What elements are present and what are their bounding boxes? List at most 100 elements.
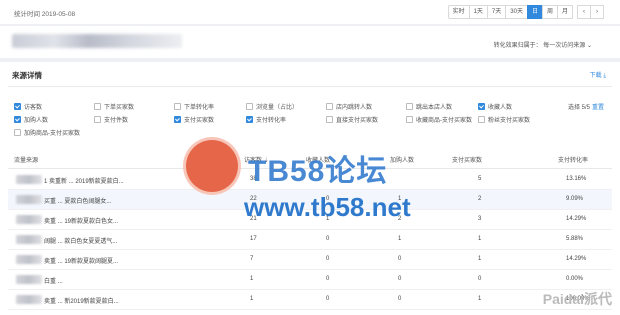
time-btn-5[interactable]: 周 <box>541 5 558 19</box>
cell-visitors: 1 <box>250 296 254 302</box>
source-name[interactable]: 阔腿 ... 款白色女夏夏透气... <box>44 236 117 245</box>
top-bar: 统计时间 2019-05-08 实时 1天 7天 30天日周月 ‹ › <box>0 0 620 24</box>
table-row[interactable]: 1 卖重新 ... 2019新款夏款白... 38 5 13.16% <box>8 170 612 190</box>
table-row[interactable]: 卖重 ... 新2019新款夏款白... 1 0 0 1 100.00% <box>8 290 612 310</box>
selection-count: 选择 5/5 重置 <box>568 102 604 111</box>
metric-label: 跳出本店人数 <box>416 105 453 111</box>
metric-checkbox[interactable]: 浏览量（占比） <box>246 102 298 111</box>
cell-fav: 0 <box>326 196 330 202</box>
cell-buyers: 3 <box>478 216 482 222</box>
metric-checkbox[interactable]: 直接支付买家数 <box>326 115 378 124</box>
metric-label: 加购人数 <box>24 118 49 124</box>
metric-checkbox[interactable]: 粉丝支付买家数 <box>478 115 530 124</box>
metric-checkbox[interactable]: 跳出本店人数 <box>406 102 452 111</box>
unchecked-icon <box>174 103 181 110</box>
cell-fav: 0 <box>326 256 330 262</box>
metric-checkbox[interactable]: 支付转化率 <box>246 115 286 124</box>
column-header: 支付买家数 <box>452 158 483 164</box>
metric-checkbox[interactable]: 支付买家数 <box>174 115 214 124</box>
table-row[interactable]: 卖重 ... 19新款夏款白色女... 21 1 2 3 14.29% <box>8 210 612 230</box>
unchecked-icon <box>478 116 485 123</box>
cell-visitors: 21 <box>250 216 257 222</box>
table-row[interactable]: 卖重 ... 19新款夏款阔腿夏... 7 0 0 1 14.29% <box>8 250 612 270</box>
cell-rate: 13.16% <box>566 176 587 182</box>
time-btn-8[interactable]: › <box>590 5 604 19</box>
source-name[interactable]: 卖重 ... 19新款夏款阔腿夏... <box>44 256 118 265</box>
cell-buyers: 0 <box>478 276 482 282</box>
table-row[interactable]: 白重 ... 1 0 0 0 0.00% <box>8 270 612 290</box>
column-header[interactable]: 访客数 ⇣ <box>244 155 269 164</box>
metric-checkbox[interactable]: 访客数 <box>14 102 42 111</box>
source-name[interactable]: 卖重 ... 新2019新款夏款白... <box>44 296 119 305</box>
cell-fav: 0 <box>326 296 330 302</box>
time-btn-3[interactable]: 30天 <box>505 5 528 19</box>
cell-buyers: 1 <box>478 236 482 242</box>
unchecked-icon <box>326 116 333 123</box>
cell-buyers: 1 <box>478 256 482 262</box>
metric-label: 直接支付买家数 <box>336 118 379 124</box>
table-header: 流量来源 访客数 ⇣ 收藏人数 加购人数 支付买家数 支付转化率 <box>8 150 612 169</box>
download-button[interactable]: 下载 ⤓ <box>590 70 606 80</box>
source-name[interactable]: 1 卖重新 ... 2019新款夏款白... <box>44 176 124 185</box>
metric-label: 加购商品-支付买家数 <box>24 131 80 137</box>
cell-fav: 0 <box>326 276 330 282</box>
cell-buyers: 2 <box>478 196 482 202</box>
cell-buyers: 1 <box>478 296 482 302</box>
cell-cart: 2 <box>398 216 402 222</box>
table-row[interactable]: 买重 ... 夏款白色阔腿女... 22 0 1 2 9.09% <box>8 190 612 210</box>
metric-checkbox[interactable]: 加购人数 <box>14 115 48 124</box>
metric-label: 支付买家数 <box>184 118 215 124</box>
table-row[interactable]: 阔腿 ... 款白色女夏夏透气... 17 0 1 1 5.88% <box>8 230 612 250</box>
cell-rate: 14.29% <box>566 256 587 262</box>
time-btn-4[interactable]: 日 <box>526 5 543 19</box>
unchecked-icon <box>94 103 101 110</box>
time-btn-2[interactable]: 7天 <box>486 5 507 19</box>
unchecked-icon <box>326 103 333 110</box>
metric-checkbox[interactable]: 收藏商品-支付买家数 <box>406 115 472 124</box>
unchecked-icon <box>406 103 413 110</box>
unchecked-icon <box>94 116 101 123</box>
cell-visitors: 22 <box>250 196 257 202</box>
product-thumbnail <box>16 175 42 184</box>
checked-icon <box>478 103 485 110</box>
stat-time: 统计时间 2019-05-08 <box>14 11 76 18</box>
metric-checkbox[interactable]: 店内跳转人数 <box>326 102 372 111</box>
metric-label: 收藏商品-支付买家数 <box>416 118 472 124</box>
source-name[interactable]: 买重 ... 夏款白色阔腿女... <box>44 196 111 205</box>
metric-checkbox[interactable]: 支付件数 <box>94 115 128 124</box>
selected-count: 选择 5/5 <box>567 105 590 111</box>
shop-header: 转化效果归属于： 每一次访问来源 ⌄ <box>0 26 620 58</box>
source-details-panel: 来源详情 下载 ⤓ 访客数 下单买家数 下单转化率 浏览量（占比） 店内跳转人数 跳出本店… <box>0 62 620 315</box>
metric-label: 访客数 <box>24 105 43 111</box>
cell-cart: 1 <box>398 196 402 202</box>
cell-visitors: 17 <box>250 236 257 242</box>
attribution-select[interactable]: 转化效果归属于： 每一次访问来源 ⌄ <box>494 40 592 49</box>
metric-checkbox[interactable]: 收藏人数 <box>478 102 512 111</box>
metric-checkbox[interactable]: 加购商品-支付买家数 <box>14 128 80 137</box>
cell-rate: 5.88% <box>566 236 584 242</box>
metric-checkbox[interactable]: 下单买家数 <box>94 102 134 111</box>
column-header: 加购人数 <box>390 158 415 164</box>
metric-label: 店内跳转人数 <box>336 105 373 111</box>
column-header: 收藏人数 <box>306 158 331 164</box>
source-name[interactable]: 白重 ... <box>44 276 63 285</box>
unchecked-icon <box>246 103 253 110</box>
metric-checkbox[interactable]: 下单转化率 <box>174 102 214 111</box>
product-thumbnail <box>16 295 42 304</box>
time-btn-7[interactable]: ‹ <box>577 5 591 19</box>
product-thumbnail <box>16 215 42 224</box>
reset-button[interactable]: 重置 <box>592 105 604 111</box>
column-header: 支付转化率 <box>558 158 589 164</box>
cell-fav: 0 <box>326 236 330 242</box>
time-btn-6[interactable]: 月 <box>556 5 573 19</box>
corner-watermark: Paidai派代 <box>542 291 612 307</box>
cell-cart: 0 <box>398 296 402 302</box>
unchecked-icon <box>406 116 413 123</box>
time-btn-0[interactable]: 实时 <box>447 5 470 19</box>
cell-rate: 9.09% <box>566 196 584 202</box>
source-name[interactable]: 卖重 ... 19新款夏款白色女... <box>44 216 118 225</box>
cell-cart: 0 <box>398 276 402 282</box>
cell-cart: 1 <box>398 236 402 242</box>
metric-label: 支付转化率 <box>256 118 287 124</box>
time-btn-1[interactable]: 1天 <box>468 5 488 19</box>
